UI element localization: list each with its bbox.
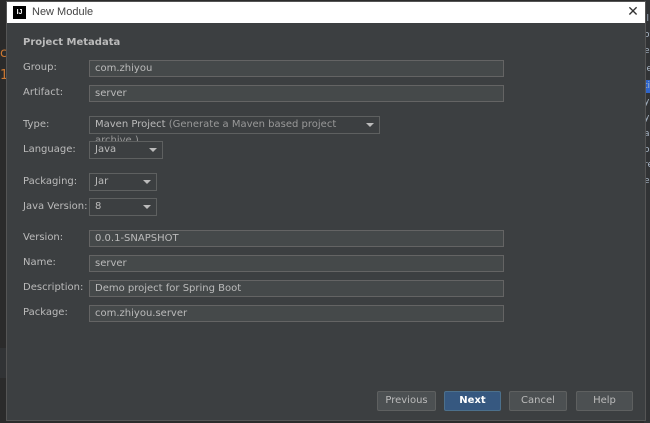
cancel-button[interactable]: Cancel (509, 391, 567, 411)
group-field[interactable]: com.zhiyou (89, 60, 504, 77)
dialog-titlebar[interactable]: IJ New Module ✕ (7, 2, 645, 23)
chevron-down-icon (149, 148, 157, 152)
version-field[interactable]: 0.0.1-SNAPSHOT (89, 230, 504, 247)
next-button[interactable]: Next (444, 391, 501, 411)
description-label: Description: (23, 282, 84, 293)
chevron-down-icon (143, 205, 151, 209)
dialog-title: New Module (32, 6, 94, 18)
java-version-value: 8 (95, 201, 102, 212)
artifact-label: Artifact: (23, 87, 64, 98)
previous-button[interactable]: Previous (377, 391, 436, 411)
packaging-select[interactable]: Jar (89, 173, 157, 191)
intellij-app-icon: IJ (13, 6, 26, 19)
chevron-down-icon (143, 180, 151, 184)
java-version-label: Java Version: (23, 201, 88, 212)
group-label: Group: (23, 62, 57, 73)
language-value: Java (95, 144, 117, 155)
type-select[interactable]: Maven Project (Generate a Maven based pr… (89, 116, 380, 146)
language-select[interactable]: Java (89, 141, 163, 159)
new-module-dialog: IJ New Module ✕ Project Metadata Group: … (6, 1, 646, 421)
type-label: Type: (23, 119, 50, 130)
language-label: Language: (23, 144, 76, 155)
name-label: Name: (23, 257, 56, 268)
section-title: Project Metadata (23, 37, 121, 48)
artifact-field[interactable]: server (89, 85, 504, 102)
name-field[interactable]: server (89, 255, 504, 272)
description-field[interactable]: Demo project for Spring Boot (89, 280, 504, 297)
package-label: Package: (23, 307, 68, 318)
packaging-label: Packaging: (23, 176, 78, 187)
java-version-select[interactable]: 8 (89, 198, 157, 216)
close-icon[interactable]: ✕ (625, 4, 641, 20)
help-button[interactable]: Help (576, 391, 633, 411)
packaging-value: Jar (95, 176, 109, 187)
version-label: Version: (23, 232, 64, 243)
type-value: Maven Project (95, 119, 166, 130)
package-field[interactable]: com.zhiyou.server (89, 305, 504, 322)
chevron-down-icon (366, 123, 374, 127)
